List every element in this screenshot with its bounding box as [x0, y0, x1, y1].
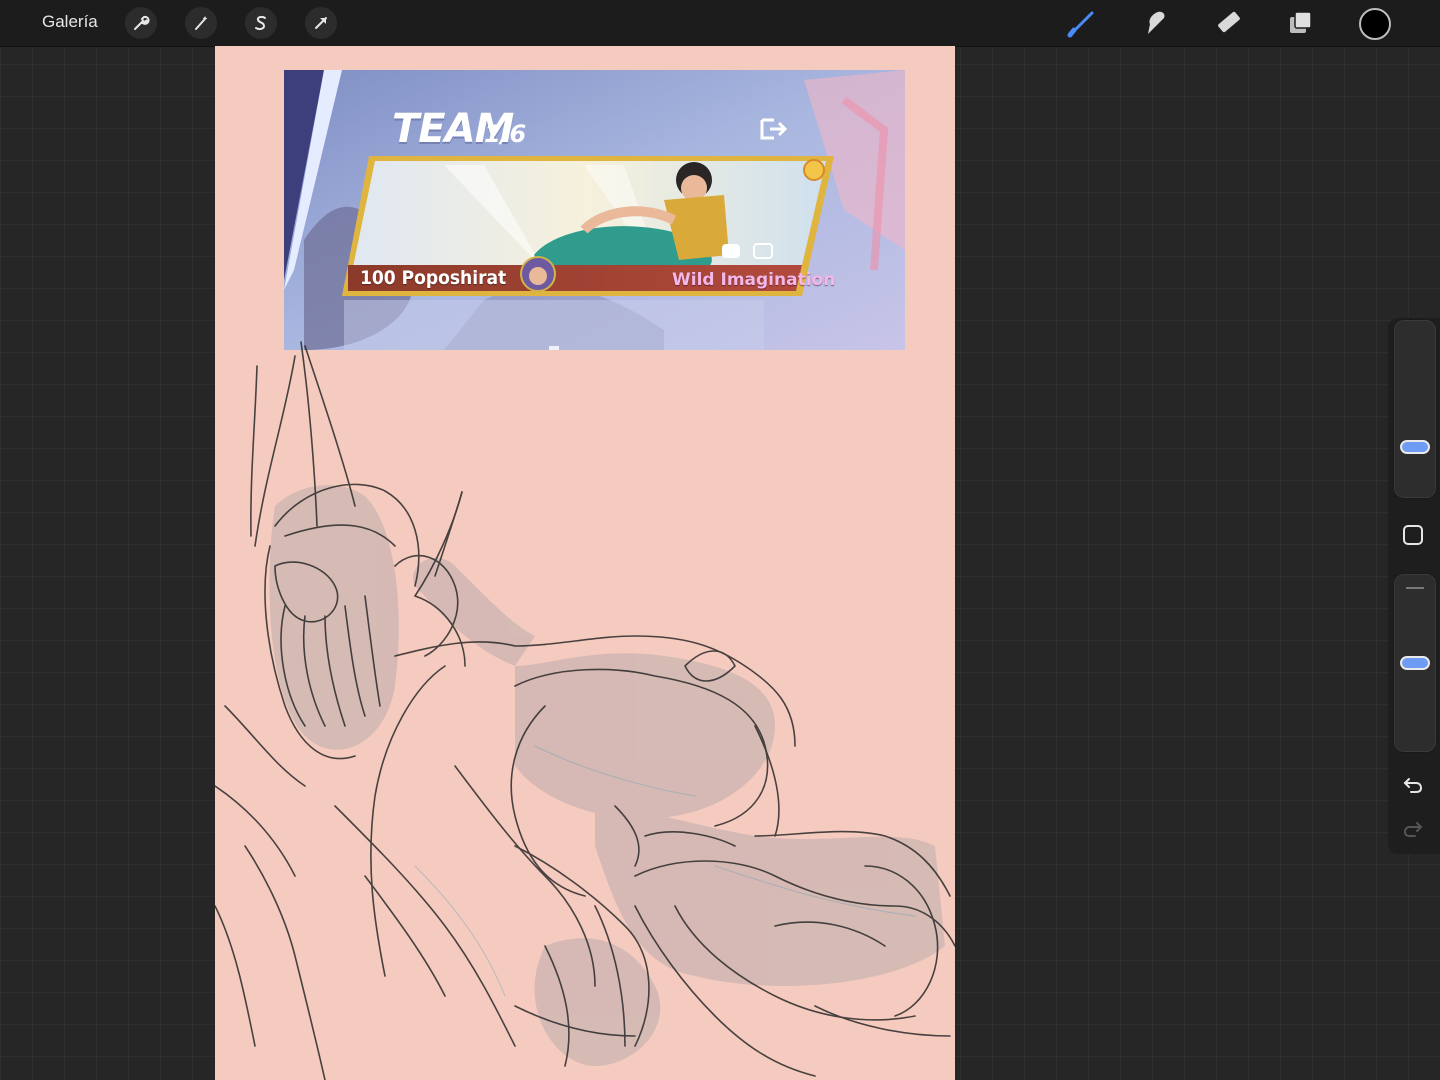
magic-wand-icon	[195, 16, 208, 30]
brush-size-handle[interactable]	[1400, 440, 1430, 454]
top-toolbar: Galería	[0, 0, 1440, 47]
redo-icon	[1403, 822, 1423, 837]
color-picker-swatch[interactable]	[1359, 8, 1391, 40]
gallery-button[interactable]: Galería	[42, 12, 98, 32]
layers-button[interactable]	[1284, 6, 1318, 40]
transform-button[interactable]	[305, 7, 337, 39]
opacity-handle[interactable]	[1400, 656, 1430, 670]
selection-s-icon	[255, 15, 266, 31]
actions-button[interactable]	[125, 7, 157, 39]
selection-button[interactable]	[245, 7, 277, 39]
slider-tick	[1406, 587, 1424, 589]
eraser-icon	[1218, 11, 1240, 33]
modify-button[interactable]	[1398, 520, 1428, 550]
redo-button[interactable]	[1398, 814, 1428, 844]
adjustments-button[interactable]	[185, 7, 217, 39]
eraser-tool-button[interactable]	[1211, 6, 1245, 40]
smudge-tool-button[interactable]	[1138, 6, 1172, 40]
modify-square-icon	[1403, 525, 1423, 545]
undo-icon	[1403, 778, 1423, 793]
wrench-icon	[134, 15, 150, 30]
undo-button[interactable]	[1398, 770, 1428, 800]
brush-icon	[1067, 11, 1094, 38]
brush-size-slider[interactable]	[1394, 320, 1436, 498]
drawing-canvas[interactable]: TEAM 1/6 100 Poposhirat Wild Imagination	[215, 46, 955, 1080]
layers-icon	[1290, 11, 1312, 33]
smudge-icon	[1148, 11, 1165, 34]
brush-tool-button[interactable]	[1064, 6, 1098, 40]
arrow-transform-icon	[315, 17, 327, 29]
sketch-drawing	[215, 341, 955, 1080]
opacity-slider[interactable]	[1394, 574, 1436, 752]
